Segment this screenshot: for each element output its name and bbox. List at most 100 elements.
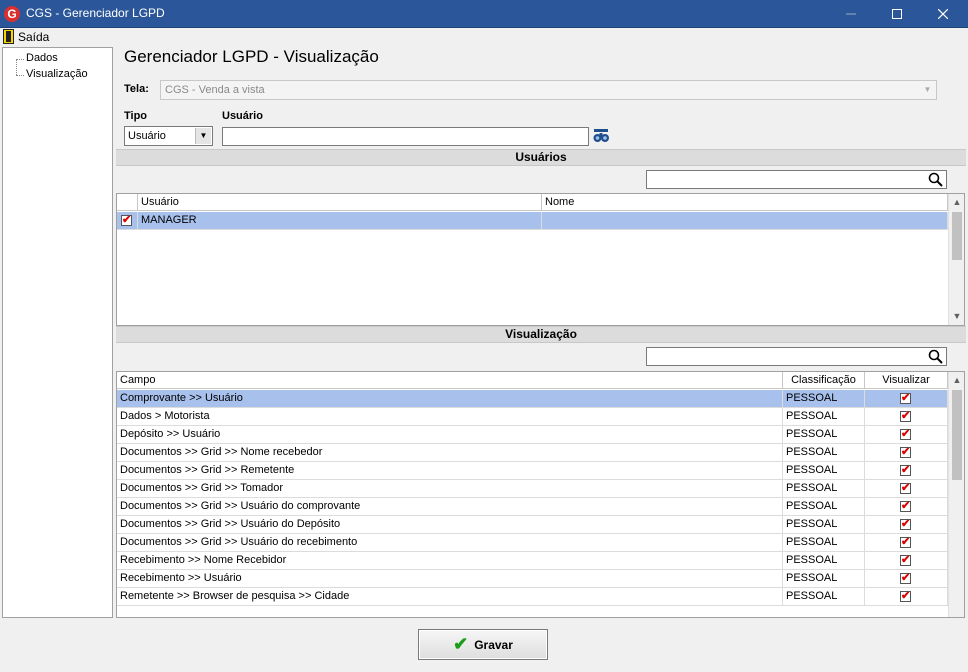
classificacao-cell: PESSOAL [783, 462, 865, 480]
view-col-visualizar[interactable]: Visualizar [865, 372, 948, 389]
campo-cell: Documentos >> Grid >> Usuário do comprov… [117, 498, 783, 516]
minimize-button[interactable] [828, 0, 874, 28]
table-row[interactable]: Comprovante >> Usuário PESSOAL [117, 390, 948, 408]
view-col-campo[interactable]: Campo [117, 372, 783, 389]
classificacao-cell: PESSOAL [783, 570, 865, 588]
view-scrollbar[interactable]: ▲ [948, 372, 964, 617]
search-icon[interactable] [928, 349, 943, 364]
users-search-input[interactable] [646, 170, 947, 189]
visualizar-cell[interactable] [865, 462, 948, 480]
exit-door-icon [3, 29, 14, 44]
visualizar-cell[interactable] [865, 408, 948, 426]
users-section-header: Usuários [116, 149, 966, 166]
table-row[interactable]: MANAGER [117, 212, 948, 230]
users-col-nome[interactable]: Nome [542, 194, 948, 211]
visualizar-cell[interactable] [865, 570, 948, 588]
visualizar-checkbox[interactable] [900, 499, 911, 512]
users-grid: Usuário Nome MANAGER ▲ ▼ [116, 193, 965, 326]
search-icon[interactable] [928, 172, 943, 187]
close-icon [938, 9, 948, 19]
tree-item-visualizacao[interactable]: Visualização [26, 68, 88, 80]
visualizar-cell[interactable] [865, 480, 948, 498]
campo-cell: Documentos >> Grid >> Nome recebedor [117, 444, 783, 462]
visualizar-checkbox[interactable] [900, 445, 911, 458]
table-row[interactable]: Documentos >> Grid >> Remetente PESSOAL [117, 462, 948, 480]
row-checkbox[interactable] [121, 213, 132, 226]
visualizar-cell[interactable] [865, 588, 948, 606]
table-row[interactable]: Documentos >> Grid >> Nome recebedor PESS… [117, 444, 948, 462]
visualizar-checkbox[interactable] [900, 553, 911, 566]
visualizar-cell[interactable] [865, 498, 948, 516]
chevron-down-icon: ▼ [195, 128, 211, 144]
table-row[interactable]: Depósito >> Usuário PESSOAL [117, 426, 948, 444]
tree-connector [16, 59, 17, 75]
usuario-input[interactable] [222, 127, 589, 146]
table-row[interactable]: Documentos >> Grid >> Usuário do Depósit… [117, 516, 948, 534]
view-grid: Campo Classificação Visualizar Comprovan… [116, 371, 965, 618]
classificacao-cell: PESSOAL [783, 552, 865, 570]
navigation-tree: Dados Visualização [2, 47, 113, 618]
users-scrollbar[interactable]: ▲ ▼ [948, 194, 964, 325]
visualizar-cell[interactable] [865, 426, 948, 444]
visualizar-cell[interactable] [865, 390, 948, 408]
users-grid-check-header [117, 194, 138, 211]
save-button-label: Gravar [474, 637, 513, 652]
chevron-down-icon: ▼ [923, 85, 932, 94]
menu-bar: Saída [0, 28, 968, 46]
visualizar-checkbox[interactable] [900, 409, 911, 422]
campo-cell: Remetente >> Browser de pesquisa >> Cida… [117, 588, 783, 606]
exit-menu-label: Saída [18, 29, 50, 44]
app-logo-icon: G [4, 6, 20, 22]
table-row[interactable]: Documentos >> Grid >> Usuário do comprov… [117, 498, 948, 516]
visualizar-cell[interactable] [865, 444, 948, 462]
visualizar-checkbox[interactable] [900, 463, 911, 476]
view-section-header: Visualização [116, 326, 966, 343]
checkmark-icon: ✔ [453, 634, 469, 654]
view-col-classificacao[interactable]: Classificação [783, 372, 865, 389]
classificacao-cell: PESSOAL [783, 480, 865, 498]
classificacao-cell: PESSOAL [783, 588, 865, 606]
tipo-select[interactable]: Usuário ▼ [124, 126, 213, 146]
classificacao-cell: PESSOAL [783, 498, 865, 516]
visualizar-cell[interactable] [865, 552, 948, 570]
campo-cell: Documentos >> Grid >> Tomador [117, 480, 783, 498]
visualizar-cell[interactable] [865, 516, 948, 534]
scroll-up-icon[interactable]: ▲ [949, 194, 964, 211]
visualizar-cell[interactable] [865, 534, 948, 552]
tela-label: Tela: [124, 83, 149, 95]
table-row[interactable]: Dados > Motorista PESSOAL [117, 408, 948, 426]
visualizar-checkbox[interactable] [900, 589, 911, 602]
tela-select: CGS - Venda a vista ▼ [160, 80, 937, 100]
scroll-thumb[interactable] [952, 390, 962, 480]
visualizar-checkbox[interactable] [900, 427, 911, 440]
visualizar-checkbox[interactable] [900, 535, 911, 548]
scroll-thumb[interactable] [952, 212, 962, 260]
table-row[interactable]: Recebimento >> Usuário PESSOAL [117, 570, 948, 588]
scroll-up-icon[interactable]: ▲ [949, 372, 964, 389]
campo-cell: Documentos >> Grid >> Remetente [117, 462, 783, 480]
visualizar-checkbox[interactable] [900, 481, 911, 494]
row-check-cell[interactable] [117, 212, 138, 230]
title-bar: G CGS - Gerenciador LGPD [0, 0, 968, 28]
visualizar-checkbox[interactable] [900, 571, 911, 584]
usuario-label: Usuário [222, 110, 263, 122]
view-search-input[interactable] [646, 347, 947, 366]
save-button[interactable]: ✔ Gravar [418, 629, 548, 660]
tela-value: CGS - Venda a vista [165, 84, 265, 96]
table-row[interactable]: Documentos >> Grid >> Tomador PESSOAL [117, 480, 948, 498]
table-row[interactable]: Documentos >> Grid >> Usuário do recebim… [117, 534, 948, 552]
visualizar-checkbox[interactable] [900, 517, 911, 530]
table-row[interactable]: Remetente >> Browser de pesquisa >> Cida… [117, 588, 948, 606]
users-col-usuario[interactable]: Usuário [138, 194, 542, 211]
maximize-button[interactable] [874, 0, 920, 28]
maximize-icon [892, 9, 902, 19]
exit-menu-item[interactable]: Saída [3, 29, 49, 44]
binoculars-search-icon[interactable] [593, 128, 610, 144]
close-button[interactable] [920, 0, 966, 28]
tree-item-dados[interactable]: Dados [26, 52, 58, 64]
visualizar-checkbox[interactable] [900, 391, 911, 404]
table-row[interactable]: Recebimento >> Nome Recebidor PESSOAL [117, 552, 948, 570]
tree-connector [16, 75, 24, 76]
scroll-down-icon[interactable]: ▼ [949, 308, 964, 325]
campo-cell: Recebimento >> Nome Recebidor [117, 552, 783, 570]
